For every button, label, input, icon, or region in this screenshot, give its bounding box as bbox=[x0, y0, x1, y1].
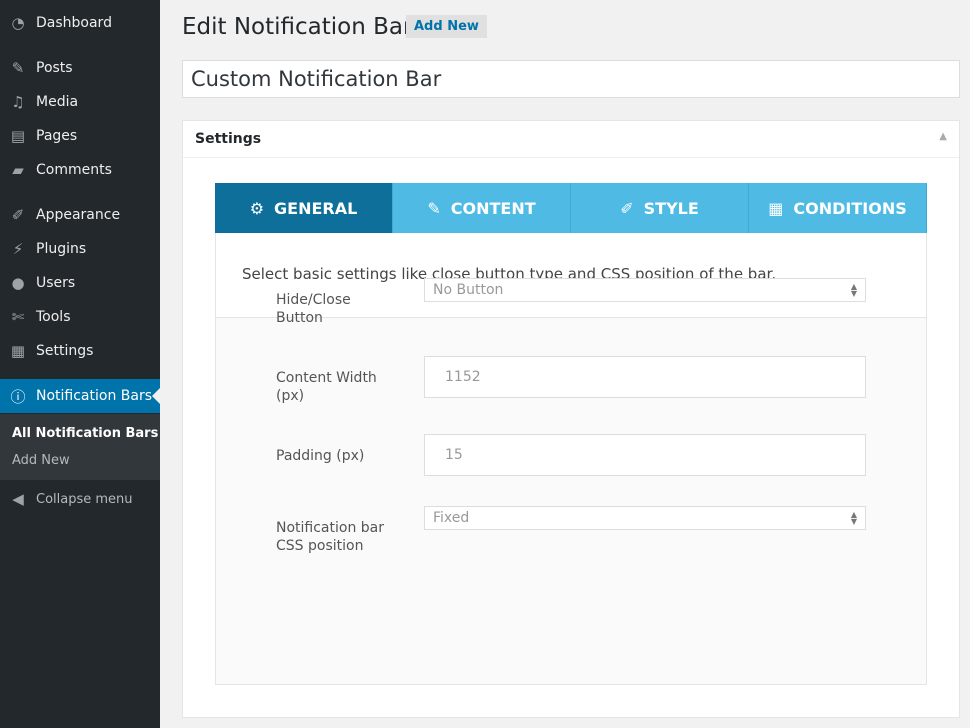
sidebar-item-label: Settings bbox=[36, 343, 94, 359]
tab-conditions[interactable]: ▦ CONDITIONS bbox=[749, 183, 927, 233]
pin-icon: ✎ bbox=[11, 59, 25, 77]
sidebar-item-label: Comments bbox=[36, 162, 112, 178]
settings-header[interactable]: Settings ▲ bbox=[183, 121, 959, 158]
tab-style[interactable]: ✐ STYLE bbox=[571, 183, 749, 233]
sidebar-item-label: Tools bbox=[36, 309, 71, 325]
sidebar-item-media[interactable]: ♫ Media bbox=[0, 85, 160, 119]
sidebar-item-comments[interactable]: ▰ Comments bbox=[0, 153, 160, 187]
settings-title: Settings bbox=[195, 131, 262, 147]
collapse-arrow-icon[interactable]: ▲ bbox=[939, 131, 947, 142]
sidebar-item-notification-bars[interactable]: ⓘ Notification Bars bbox=[0, 379, 160, 413]
plug-icon: ⚡ bbox=[12, 240, 24, 258]
select-arrows-icon: ▲ ▼ bbox=[850, 282, 857, 298]
tab-label: GENERAL bbox=[274, 198, 358, 218]
sidebar-item-posts[interactable]: ✎ Posts bbox=[0, 51, 160, 85]
select-arrows-icon: ▲ ▼ bbox=[850, 510, 857, 526]
collapse-menu-button[interactable]: ◀ Collapse menu bbox=[0, 482, 160, 516]
collapse-label: Collapse menu bbox=[36, 491, 133, 507]
user-icon: ● bbox=[11, 274, 25, 292]
pencil-icon: ✎ bbox=[427, 198, 441, 218]
settings-tabs: ⚙ GENERAL ✎ CONTENT ✐ STYLE ▦ CONDITIONS bbox=[215, 183, 927, 233]
select-field[interactable]: Fixed ▲ ▼ bbox=[424, 506, 866, 530]
wrench-icon: ✄ bbox=[11, 308, 25, 326]
sidebar-item-settings[interactable]: ▦ Settings bbox=[0, 334, 160, 368]
text-input[interactable]: 15 bbox=[424, 434, 866, 476]
sidebar-item-label: Dashboard bbox=[36, 15, 112, 31]
sidebar-item-plugins[interactable]: ⚡ Plugins bbox=[0, 232, 160, 266]
page-title: Edit Notification Bar bbox=[182, 14, 413, 40]
media-icon: ♫ bbox=[11, 93, 25, 111]
sidebar-item-label: Plugins bbox=[36, 241, 87, 257]
tab-label: STYLE bbox=[643, 198, 699, 218]
general-panel: Select basic settings like close button … bbox=[215, 233, 927, 685]
settings-icon: ▦ bbox=[768, 198, 784, 218]
sidebar-item-dashboard[interactable]: ◔ Dashboard bbox=[0, 6, 160, 40]
title-input[interactable]: Custom Notification Bar bbox=[182, 60, 960, 98]
info-icon: ⓘ bbox=[10, 387, 26, 406]
comment-icon: ▰ bbox=[12, 161, 24, 179]
sidebar-item-label: Users bbox=[36, 275, 76, 291]
field-value: 1152 bbox=[445, 369, 481, 385]
tab-label: CONTENT bbox=[450, 198, 536, 218]
submenu-all-notification-bars[interactable]: All Notification Bars bbox=[0, 420, 160, 447]
sidebar-item-label: Pages bbox=[36, 128, 78, 144]
brush-icon: ✐ bbox=[620, 198, 634, 218]
field-value: Fixed bbox=[433, 510, 470, 526]
add-new-button[interactable]: Add New bbox=[406, 15, 487, 38]
sidebar-item-label: Notification Bars bbox=[36, 388, 153, 404]
collapse-icon: ◀ bbox=[12, 490, 24, 508]
field-label: Hide/Close Button bbox=[276, 292, 351, 326]
gear-icon: ⚙ bbox=[249, 198, 265, 218]
tab-label: CONDITIONS bbox=[793, 198, 907, 218]
settings-icon: ▦ bbox=[10, 342, 26, 360]
sidebar-item-pages[interactable]: ▤ Pages bbox=[0, 119, 160, 153]
sidebar-item-tools[interactable]: ✄ Tools bbox=[0, 300, 160, 334]
sidebar-item-label: Appearance bbox=[36, 207, 121, 223]
select-field[interactable]: No Button ▲ ▼ bbox=[424, 278, 866, 302]
text-input[interactable]: 1152 bbox=[424, 356, 866, 398]
submenu: All Notification Bars Add New bbox=[0, 414, 160, 480]
sidebar-item-appearance[interactable]: ✐ Appearance bbox=[0, 198, 160, 232]
field-label: Padding (px) bbox=[276, 448, 365, 464]
field-value: 15 bbox=[445, 447, 463, 463]
field-value: No Button bbox=[433, 282, 504, 298]
field-label: Content Width (px) bbox=[276, 370, 377, 404]
pages-icon: ▤ bbox=[10, 127, 26, 145]
sidebar-item-users[interactable]: ● Users bbox=[0, 266, 160, 300]
admin-sidebar: ◔ Dashboard ✎ Posts ♫ Media ▤ Pages ▰ Comments ✐ Ap… bbox=[0, 0, 160, 728]
brush-icon: ✐ bbox=[11, 206, 25, 224]
field-label: Notification bar CSS position bbox=[276, 520, 385, 554]
tab-general[interactable]: ⚙ GENERAL bbox=[215, 183, 393, 233]
tab-content[interactable]: ✎ CONTENT bbox=[393, 183, 571, 233]
settings-metabox: Settings ▲ ⚙ GENERAL ✎ CONTENT ✐ STYLE ▦ CONDITI… bbox=[182, 120, 960, 718]
submenu-add-new[interactable]: Add New bbox=[0, 447, 160, 474]
sidebar-item-label: Posts bbox=[36, 60, 73, 76]
sidebar-item-label: Media bbox=[36, 94, 79, 110]
dashboard-icon: ◔ bbox=[11, 14, 25, 32]
